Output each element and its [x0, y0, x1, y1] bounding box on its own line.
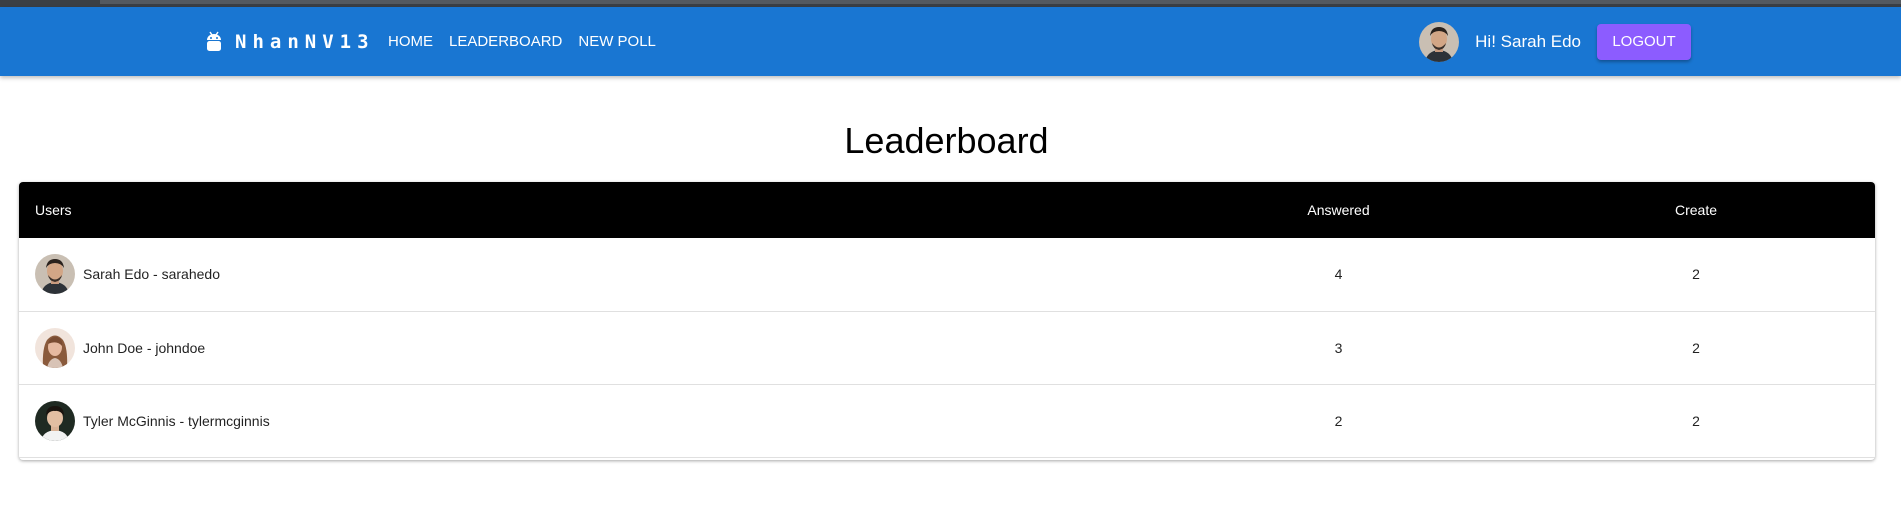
avatar — [35, 400, 75, 441]
header-create: Create — [1674, 202, 1718, 218]
leaderboard-table: Users Answered Create Sarah Edo - sarahe… — [19, 182, 1875, 460]
header-users: Users — [35, 202, 72, 218]
avatar — [35, 254, 75, 295]
brand[interactable]: NhanNV13 — [205, 7, 375, 76]
user-cell: Tyler McGinnis - tylermcginnis — [19, 384, 1160, 458]
table-row: Tyler McGinnis - tylermcginnis 2 2 — [19, 384, 1875, 458]
user-cell: John Doe - johndoe — [19, 311, 1160, 385]
nav-home[interactable]: HOME — [380, 25, 441, 58]
user-name: Tyler McGinnis - tylermcginnis — [83, 412, 270, 429]
user-avatar[interactable] — [1419, 21, 1460, 62]
header-answered: Answered — [1307, 202, 1370, 218]
table-row: John Doe - johndoe 3 2 — [19, 311, 1875, 385]
table-row: Sarah Edo - sarahedo 4 2 — [19, 238, 1875, 312]
user-name: Sarah Edo - sarahedo — [83, 266, 220, 283]
user-name: John Doe - johndoe — [83, 339, 206, 356]
browser-tab-strip — [100, 0, 1901, 4]
user-cell: Sarah Edo - sarahedo — [19, 238, 1160, 312]
create-count: 2 — [1517, 238, 1875, 312]
answered-count: 3 — [1160, 311, 1517, 385]
answered-count: 4 — [1160, 238, 1517, 312]
user-greeting: Hi! Sarah Edo — [1475, 31, 1581, 51]
page-title: Leaderboard — [844, 120, 1049, 161]
create-count: 2 — [1517, 311, 1875, 385]
create-count: 2 — [1517, 384, 1875, 458]
user-area: Hi! Sarah Edo LOGOUT — [1419, 7, 1691, 76]
app-bar: NhanNV13 HOME LEADERBOARD NEW POLL Hi! S… — [0, 7, 1901, 76]
browser-chrome-edge — [0, 0, 1901, 7]
logout-button[interactable]: LOGOUT — [1597, 23, 1691, 60]
main-nav: HOME LEADERBOARD NEW POLL — [380, 7, 664, 76]
table-header-row: Users Answered Create — [19, 182, 1875, 238]
avatar — [35, 327, 75, 368]
nav-new-poll[interactable]: NEW POLL — [570, 25, 664, 58]
nav-leaderboard[interactable]: LEADERBOARD — [441, 25, 570, 58]
answered-count: 2 — [1160, 384, 1517, 458]
brand-name: NhanNV13 — [235, 30, 375, 53]
android-icon — [207, 31, 221, 51]
